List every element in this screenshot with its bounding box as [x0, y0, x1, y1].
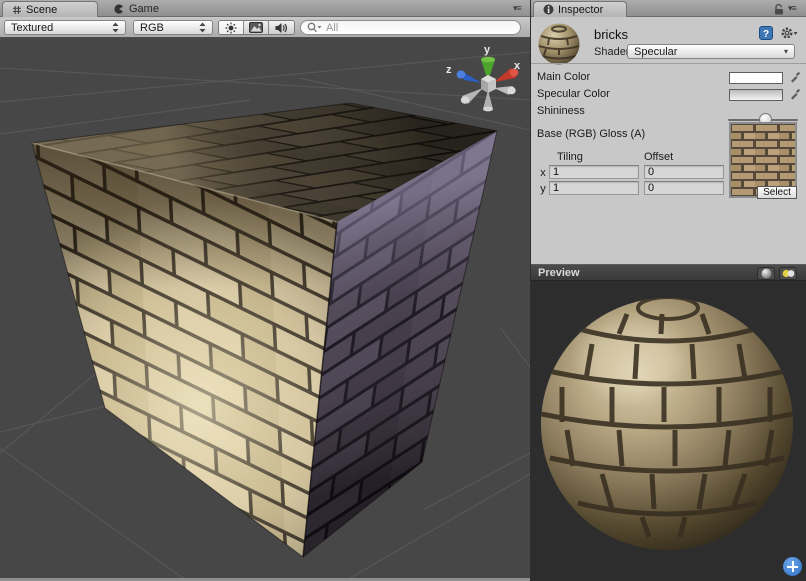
inspector-body: bricks Shader Specular ▾ ? Main Color	[531, 17, 806, 264]
offset-y-input[interactable]	[644, 181, 724, 195]
eyedropper-icon[interactable]	[789, 88, 801, 100]
sun-icon	[225, 22, 237, 34]
tab-scene-label: Scene	[26, 4, 57, 16]
inspector-tabbar: Inspector ▾≡	[531, 0, 806, 17]
scene-panel: Scene Game ▾≡ Textured RGB	[0, 0, 530, 581]
image-icon	[249, 22, 263, 33]
svg-text:?: ?	[763, 29, 769, 40]
offset-header: Offset	[644, 151, 673, 163]
two-lights-icon	[782, 269, 795, 278]
specular-color-label: Specular Color	[537, 88, 610, 100]
updown-arrows-icon	[199, 22, 206, 33]
preview-title: Preview	[538, 267, 580, 279]
search-icon	[307, 22, 322, 33]
shininess-label: Shininess	[537, 105, 585, 117]
draw-mode-dropdown[interactable]: Textured	[4, 20, 126, 35]
lighting-toggle-button[interactable]	[219, 21, 244, 34]
eyedropper-icon[interactable]	[789, 71, 801, 83]
tiling-y-input[interactable]	[549, 181, 639, 195]
material-preview-area[interactable]	[531, 281, 806, 581]
uv-row-y-axis-label: y	[539, 183, 547, 195]
inspector-panel-menu-icon[interactable]: ▾≡	[788, 3, 796, 14]
inspector-panel: Inspector ▾≡	[531, 0, 806, 581]
tab-game[interactable]: Game	[104, 1, 174, 17]
unity-editor-window: Scene Game ▾≡ Textured RGB	[0, 0, 806, 581]
gizmo-z-label: z	[446, 64, 452, 76]
specular-color-swatch[interactable]	[729, 89, 783, 101]
scene-viewport[interactable]: y z x	[0, 38, 530, 578]
scene-tabbar: Scene Game ▾≡	[0, 0, 530, 17]
preview-mesh-button[interactable]	[757, 267, 775, 280]
chevron-down-icon: ▾	[784, 47, 788, 56]
base-map-label: Base (RGB) Gloss (A)	[537, 128, 645, 140]
scene-3d-render: y z x	[0, 38, 530, 578]
gizmo-y-label: y	[484, 44, 491, 56]
material-name: bricks	[594, 27, 628, 42]
sphere-icon	[761, 268, 772, 279]
audio-toggle-button[interactable]	[269, 21, 294, 34]
scene-panel-menu-icon[interactable]: ▾≡	[513, 3, 521, 14]
shader-dropdown[interactable]: Specular ▾	[627, 44, 795, 59]
shader-value: Specular	[634, 46, 677, 58]
material-preview-thumbnail	[537, 22, 581, 66]
scene-search-field	[300, 20, 521, 35]
shader-label: Shader	[594, 46, 629, 58]
skybox-toggle-button[interactable]	[244, 21, 269, 34]
scene-toggle-group	[218, 20, 295, 35]
main-color-swatch[interactable]	[729, 72, 783, 84]
offset-x-input[interactable]	[644, 165, 724, 179]
channels-value: RGB	[140, 22, 164, 34]
tab-inspector-label: Inspector	[558, 4, 603, 16]
texture-select-button[interactable]: Select	[757, 186, 797, 199]
preview-header[interactable]: Preview	[531, 264, 806, 281]
tab-game-label: Game	[129, 3, 159, 15]
main-color-label: Main Color	[537, 71, 590, 83]
lock-icon[interactable]	[773, 3, 784, 15]
help-icon[interactable]: ?	[759, 26, 773, 40]
tab-scene[interactable]: Scene	[2, 1, 98, 17]
uv-row-x-axis-label: x	[539, 167, 547, 179]
updown-arrows-icon	[112, 22, 119, 33]
tiling-x-input[interactable]	[549, 165, 639, 179]
gear-icon[interactable]	[780, 26, 798, 40]
channels-dropdown[interactable]: RGB	[133, 20, 213, 35]
header-divider	[531, 63, 806, 64]
add-preview-button[interactable]	[783, 557, 802, 576]
speaker-icon	[275, 22, 288, 34]
tab-inspector[interactable]: Inspector	[533, 1, 627, 17]
brick-cube[interactable]	[32, 103, 497, 557]
preview-sphere-render	[531, 281, 806, 581]
draw-mode-value: Textured	[11, 22, 53, 34]
grid-icon	[12, 5, 22, 15]
scene-toolbar: Textured RGB	[0, 17, 530, 38]
preview-light-button[interactable]	[779, 267, 797, 280]
info-icon	[543, 4, 554, 15]
search-input[interactable]	[326, 22, 496, 34]
tiling-header: Tiling	[557, 151, 583, 163]
game-icon	[113, 3, 125, 15]
gizmo-x-label: x	[514, 60, 521, 72]
